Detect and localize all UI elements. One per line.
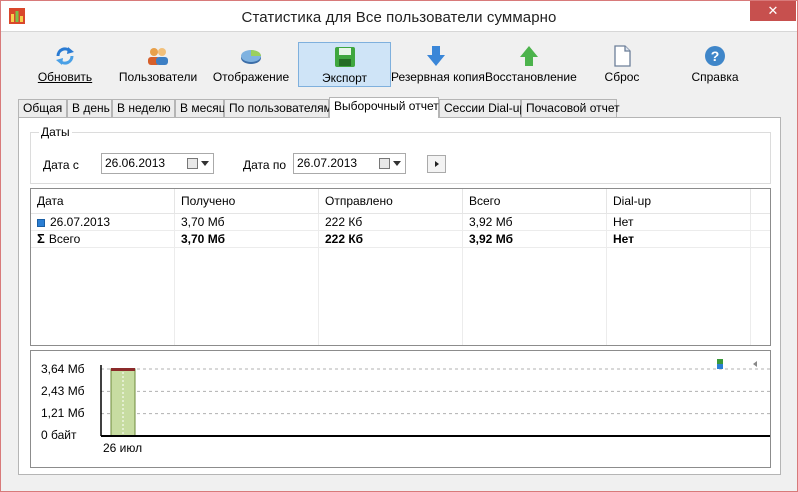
- tab-by-users[interactable]: По пользователям: [224, 99, 332, 117]
- help-button-label: Справка: [691, 70, 739, 84]
- svg-text:?: ?: [711, 48, 720, 64]
- display-button[interactable]: Отображение: [211, 42, 291, 86]
- window-title: Статистика для Все пользователи суммарно: [241, 9, 557, 26]
- column-divider: [750, 214, 751, 345]
- app-window: Статистика для Все пользователи суммарно…: [0, 0, 798, 492]
- column-header-sent[interactable]: Отправлено: [319, 189, 463, 214]
- refresh-button[interactable]: Обновить: [31, 42, 99, 86]
- date-from-picker[interactable]: 26.06.2013: [101, 153, 214, 174]
- column-header-total[interactable]: Всего: [463, 189, 607, 214]
- row-sent: 222 Кб: [319, 214, 463, 231]
- reset-button-label: Сброс: [604, 70, 640, 84]
- tab-by-week[interactable]: В неделю: [112, 99, 175, 117]
- column-divider: [606, 214, 607, 345]
- day-marker-icon: [37, 218, 45, 227]
- backup-button-label: Резервная копия: [391, 70, 485, 84]
- date-from-label: Дата с: [43, 158, 79, 172]
- table-row[interactable]: 26.07.2013 3,70 Мб 222 Кб 3,92 Мб Нет: [31, 214, 770, 231]
- column-divider: [462, 214, 463, 345]
- sigma-icon: Σ: [37, 231, 45, 246]
- tab-by-day[interactable]: В день: [67, 99, 112, 117]
- help-icon: ?: [705, 46, 725, 66]
- tab-hourly-report[interactable]: Почасовой отчет: [521, 99, 620, 117]
- date-to-value: 26.07.2013: [297, 156, 358, 170]
- export-button[interactable]: Экспорт: [298, 42, 391, 87]
- table-header: Дата Получено Отправлено Всего Dial-up: [31, 189, 770, 214]
- chart-bar-cap: [111, 368, 135, 371]
- restore-button-label: Восстановление: [485, 70, 577, 84]
- blank-page-icon: [614, 45, 631, 67]
- refresh-icon: [56, 47, 74, 65]
- tab-custom-report[interactable]: Выборочный отчет: [329, 97, 439, 118]
- chart-legend-controls: [717, 359, 777, 369]
- tab-dialup-sessions[interactable]: Сессии Dial-up: [439, 99, 526, 117]
- row-total: 3,92 Мб: [463, 214, 607, 231]
- backup-button[interactable]: Резервная копия: [391, 42, 485, 86]
- reset-button[interactable]: Сброс: [591, 42, 653, 86]
- column-header-received[interactable]: Получено: [175, 189, 319, 214]
- traffic-chart: 3,64 Мб 2,43 Мб 1,21 Мб 0 байт 26 июл: [30, 350, 777, 468]
- close-button[interactable]: ✕: [750, 1, 796, 21]
- users-icon: [148, 48, 168, 65]
- arrow-up-icon: [520, 46, 538, 66]
- total-total: 3,92 Мб: [463, 231, 607, 248]
- play-icon: [435, 161, 439, 167]
- calendar-icon: [187, 158, 198, 169]
- date-from-value: 26.06.2013: [105, 156, 166, 170]
- display-button-label: Отображение: [212, 70, 290, 84]
- floppy-icon: [334, 47, 355, 67]
- column-header-date[interactable]: Дата: [31, 189, 175, 214]
- row-received: 3,70 Мб: [175, 214, 319, 231]
- row-date: 26.07.2013: [50, 215, 111, 229]
- arrow-down-icon: [427, 46, 445, 66]
- calendar-icon: [379, 158, 390, 169]
- tab-by-month[interactable]: В месяц: [175, 99, 226, 117]
- column-divider: [318, 214, 319, 345]
- chevron-down-icon: [201, 161, 209, 166]
- stats-table[interactable]: Дата Получено Отправлено Всего Dial-up 2…: [30, 188, 771, 346]
- users-button-label: Пользователи: [118, 70, 198, 84]
- chevron-left-icon[interactable]: [753, 361, 757, 367]
- chart-bars: [110, 368, 136, 437]
- dates-group-legend: Даты: [39, 125, 72, 139]
- tab-panel: Даты Дата с 26.06.2013 Дата по 26.07.201…: [18, 117, 781, 475]
- date-to-label: Дата по: [243, 158, 287, 172]
- chart-grid: [101, 368, 770, 415]
- total-received: 3,70 Мб: [175, 231, 319, 248]
- users-button[interactable]: Пользователи: [116, 42, 200, 86]
- date-to-picker[interactable]: 26.07.2013: [293, 153, 406, 174]
- restore-button[interactable]: Восстановление: [485, 42, 577, 86]
- tab-general[interactable]: Общая: [18, 99, 67, 117]
- chart-plot-area: [100, 365, 770, 437]
- row-dialup: Нет: [607, 214, 751, 231]
- total-dialup: Нет: [607, 231, 751, 248]
- legend-color-icon[interactable]: [717, 359, 723, 369]
- pie-chart-icon: [241, 50, 261, 64]
- apply-dates-button[interactable]: [427, 155, 446, 173]
- table-total-row[interactable]: Σ Всего 3,70 Мб 222 Кб 3,92 Мб Нет: [31, 231, 770, 248]
- toolbar: Обновить Пользователи Отображение Экспор…: [1, 32, 797, 97]
- export-button-label: Экспорт: [321, 71, 368, 85]
- help-button[interactable]: ? Справка: [685, 42, 745, 86]
- total-label: Всего: [48, 232, 81, 246]
- title-bar: Статистика для Все пользователи суммарно…: [1, 1, 797, 32]
- close-icon: ✕: [767, 3, 779, 18]
- dates-group: Даты Дата с 26.06.2013 Дата по 26.07.201…: [30, 125, 771, 184]
- total-sent: 222 Кб: [319, 231, 463, 248]
- chevron-down-icon: [393, 161, 401, 166]
- column-header-dialup[interactable]: Dial-up: [607, 189, 751, 214]
- column-divider: [174, 214, 175, 345]
- refresh-button-label: Обновить: [37, 70, 93, 84]
